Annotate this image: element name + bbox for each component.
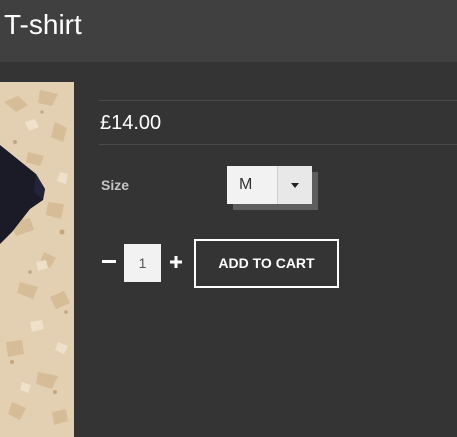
divider-bottom <box>99 144 457 145</box>
plus-icon[interactable] <box>166 250 186 274</box>
divider-top <box>99 100 457 101</box>
add-to-cart-button[interactable]: ADD TO CART <box>194 239 339 288</box>
size-label: Size <box>101 177 130 193</box>
minus-icon[interactable] <box>100 250 118 274</box>
product-image[interactable] <box>0 82 74 437</box>
page-title: T-shirt <box>4 9 82 40</box>
size-selected-value: M <box>227 166 277 204</box>
quantity-input[interactable]: 1 <box>124 244 161 282</box>
caret-down-icon[interactable] <box>277 166 312 204</box>
product-price: £14.00 <box>100 112 162 134</box>
title-bar: T-shirt <box>0 0 457 62</box>
size-select[interactable]: M <box>227 166 312 204</box>
